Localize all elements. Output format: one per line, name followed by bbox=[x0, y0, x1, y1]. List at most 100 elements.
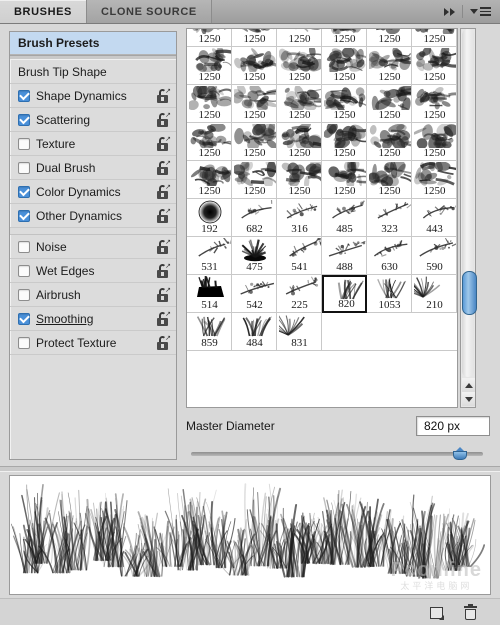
lock-open-icon[interactable]: ↗ bbox=[157, 113, 170, 127]
sidebar-item-brush-tip-shape[interactable]: Brush Tip Shape bbox=[10, 60, 176, 84]
brush-preset-cell[interactable]: 1250 bbox=[187, 47, 232, 85]
brush-preset-cell[interactable]: 1250 bbox=[232, 85, 277, 123]
sidebar-item-noise[interactable]: Noise ↗ bbox=[10, 235, 176, 259]
brush-preset-cell[interactable]: 484 bbox=[232, 313, 277, 351]
brush-preset-cell[interactable]: 1250 bbox=[367, 28, 412, 47]
brush-preset-cell[interactable]: 1250 bbox=[232, 123, 277, 161]
lock-open-icon[interactable]: ↗ bbox=[157, 89, 170, 103]
brush-preset-cell[interactable]: 1250 bbox=[367, 47, 412, 85]
tab-clone-source[interactable]: CLONE SOURCE bbox=[87, 0, 212, 23]
brush-preset-cell[interactable]: 485 bbox=[322, 199, 367, 237]
brush-preset-cell[interactable]: 210 bbox=[412, 275, 457, 313]
brush-preset-cell[interactable]: 443 bbox=[412, 199, 457, 237]
checkbox-color-dynamics[interactable] bbox=[18, 186, 30, 198]
delete-brush-icon[interactable] bbox=[463, 606, 478, 621]
sidebar-item-other-dynamics[interactable]: Other Dynamics ↗ bbox=[10, 204, 176, 228]
brush-preset-cell[interactable]: 541 bbox=[277, 237, 322, 275]
checkbox-wet-edges[interactable] bbox=[18, 265, 30, 277]
sidebar-item-protect-texture[interactable]: Protect Texture ↗ bbox=[10, 331, 176, 355]
brush-preset-cell[interactable]: 1250 bbox=[412, 28, 457, 47]
brush-preset-cell[interactable]: 1250 bbox=[277, 123, 322, 161]
scrollbar-thumb[interactable] bbox=[462, 271, 477, 315]
brush-preset-grid[interactable]: 1250125012501250125012501250125012501250… bbox=[187, 28, 457, 351]
brush-preset-cell[interactable]: 1053 bbox=[367, 275, 412, 313]
brush-preset-cell[interactable]: 1250 bbox=[277, 161, 322, 199]
brush-preset-cell[interactable]: 1250 bbox=[367, 123, 412, 161]
checkbox-protect-texture[interactable] bbox=[18, 337, 30, 349]
brush-preset-cell[interactable]: 1250 bbox=[322, 85, 367, 123]
brush-preset-cell[interactable]: 1250 bbox=[412, 85, 457, 123]
brush-preset-cell[interactable]: 630 bbox=[367, 237, 412, 275]
sidebar-item-wet-edges[interactable]: Wet Edges ↗ bbox=[10, 259, 176, 283]
brush-preset-cell[interactable]: 1250 bbox=[187, 161, 232, 199]
brush-preset-cell[interactable]: 1250 bbox=[322, 161, 367, 199]
brush-preset-cell[interactable]: 1250 bbox=[232, 28, 277, 47]
brush-preset-cell[interactable]: 1250 bbox=[187, 28, 232, 47]
slider-track[interactable] bbox=[191, 452, 483, 456]
sidebar-item-brush-presets[interactable]: Brush Presets bbox=[10, 32, 176, 55]
lock-open-icon[interactable]: ↗ bbox=[157, 264, 170, 278]
sidebar-item-airbrush[interactable]: Airbrush ↗ bbox=[10, 283, 176, 307]
brush-preset-cell[interactable]: 1250 bbox=[277, 85, 322, 123]
brush-preset-cell[interactable]: 1250 bbox=[322, 28, 367, 47]
brush-preset-cell[interactable]: 225 bbox=[277, 275, 322, 313]
brush-preset-cell[interactable]: 1250 bbox=[412, 47, 457, 85]
brush-preset-cell[interactable]: 542 bbox=[232, 275, 277, 313]
sidebar-item-texture[interactable]: Texture ↗ bbox=[10, 132, 176, 156]
master-diameter-slider[interactable] bbox=[191, 447, 483, 461]
scrollbar-track[interactable] bbox=[462, 29, 474, 377]
lock-open-icon[interactable]: ↗ bbox=[157, 336, 170, 350]
brush-preset-cell[interactable]: 1250 bbox=[232, 161, 277, 199]
brush-preset-cell[interactable]: 323 bbox=[367, 199, 412, 237]
checkbox-dual-brush[interactable] bbox=[18, 162, 30, 174]
brush-preset-cell[interactable]: 531 bbox=[187, 237, 232, 275]
brush-preset-cell[interactable]: 1250 bbox=[187, 85, 232, 123]
sidebar-item-scattering[interactable]: Scattering ↗ bbox=[10, 108, 176, 132]
brush-preset-cell[interactable]: 859 bbox=[187, 313, 232, 351]
lock-open-icon[interactable]: ↗ bbox=[157, 185, 170, 199]
checkbox-scattering[interactable] bbox=[18, 114, 30, 126]
sidebar-item-dual-brush[interactable]: Dual Brush ↗ bbox=[10, 156, 176, 180]
scroll-down-button[interactable] bbox=[462, 392, 475, 406]
brush-preset-cell[interactable]: 514 bbox=[187, 275, 232, 313]
tab-brushes[interactable]: BRUSHES bbox=[0, 0, 87, 23]
sidebar-item-shape-dynamics[interactable]: Shape Dynamics ↗ bbox=[10, 84, 176, 108]
brush-preset-cell[interactable]: 488 bbox=[322, 237, 367, 275]
brush-preset-cell[interactable]: 682 bbox=[232, 199, 277, 237]
master-diameter-input[interactable]: 820 px bbox=[416, 416, 490, 436]
checkbox-smoothing[interactable] bbox=[18, 313, 30, 325]
brush-preset-cell[interactable]: 1250 bbox=[412, 161, 457, 199]
scroll-up-button[interactable] bbox=[462, 378, 475, 392]
sidebar-item-smoothing[interactable]: Smoothing ↗ bbox=[10, 307, 176, 331]
lock-open-icon[interactable]: ↗ bbox=[157, 209, 170, 223]
brush-preset-cell[interactable]: 475 bbox=[232, 237, 277, 275]
brush-preset-cell[interactable]: 1250 bbox=[412, 123, 457, 161]
double-chevron-right-icon[interactable] bbox=[444, 8, 455, 16]
brush-preset-cell[interactable]: 1250 bbox=[277, 28, 322, 47]
brush-preset-cell[interactable]: 831 bbox=[277, 313, 322, 351]
new-brush-icon[interactable] bbox=[430, 606, 445, 621]
lock-open-icon[interactable]: ↗ bbox=[157, 240, 170, 254]
lock-open-icon[interactable]: ↗ bbox=[157, 137, 170, 151]
brush-preset-cell[interactable]: 1250 bbox=[187, 123, 232, 161]
lock-open-icon[interactable]: ↗ bbox=[157, 161, 170, 175]
checkbox-noise[interactable] bbox=[18, 241, 30, 253]
brush-preset-cell[interactable]: 1250 bbox=[322, 123, 367, 161]
checkbox-shape-dynamics[interactable] bbox=[18, 90, 30, 102]
slider-thumb[interactable] bbox=[453, 447, 467, 460]
checkbox-texture[interactable] bbox=[18, 138, 30, 150]
brush-preset-cell[interactable]: 1250 bbox=[277, 47, 322, 85]
brush-preset-cell[interactable]: 1250 bbox=[367, 85, 412, 123]
brush-preset-cell[interactable]: 590 bbox=[412, 237, 457, 275]
checkbox-airbrush[interactable] bbox=[18, 289, 30, 301]
sidebar-item-color-dynamics[interactable]: Color Dynamics ↗ bbox=[10, 180, 176, 204]
brush-preset-cell[interactable]: 316 bbox=[277, 199, 322, 237]
brush-preset-cell[interactable]: 1250 bbox=[232, 47, 277, 85]
brush-preset-cell[interactable]: 1250 bbox=[322, 47, 367, 85]
lock-open-icon[interactable]: ↗ bbox=[157, 288, 170, 302]
checkbox-other-dynamics[interactable] bbox=[18, 210, 30, 222]
brush-preset-cell[interactable]: 192 bbox=[187, 199, 232, 237]
brush-grid-scrollbar[interactable] bbox=[460, 28, 476, 408]
lock-open-icon[interactable]: ↗ bbox=[157, 312, 170, 326]
brush-preset-cell[interactable]: 820 bbox=[322, 275, 367, 313]
